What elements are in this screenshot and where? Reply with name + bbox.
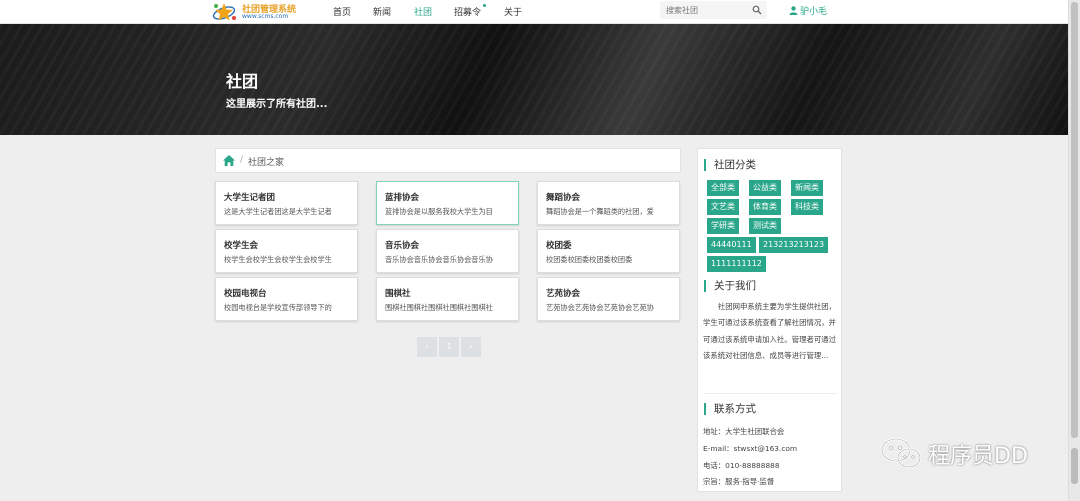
new-dot-icon — [483, 4, 487, 7]
category-tag[interactable]: 文艺类 — [707, 199, 739, 215]
next-page-button[interactable]: › — [461, 337, 481, 357]
about-section-title: 关于我们 — [704, 280, 756, 292]
search-input[interactable] — [666, 4, 746, 16]
pagination: ‹ 1 › — [417, 337, 481, 357]
club-description: 艺苑协会艺苑协会艺苑协会艺苑协 — [546, 303, 654, 312]
club-description: 校团委校团委校团委校团委 — [546, 255, 633, 264]
club-description: 舞蹈协会是一个舞蹈类的社团，爱 — [546, 207, 654, 216]
nav-about[interactable]: 关于 — [504, 5, 522, 18]
sidebar: 社团分类 全部类 公益类 新闻类 文艺类 体育类 科技类 学研类 测试类 444… — [697, 148, 842, 492]
watermark: 程序员DD — [880, 436, 1050, 470]
hero-banner: 社团 这里展示了所有社团... — [0, 24, 1068, 135]
contact-section-title: 联系方式 — [704, 403, 756, 415]
club-title: 校团委 — [546, 241, 572, 251]
category-tag[interactable]: 213213213123 — [759, 237, 829, 253]
about-text: 社团网申系统主要为学生提供社团，学生可通过该系统查看了解社团情况，并可通过该系统… — [703, 302, 837, 361]
club-card[interactable]: 围棋社 围棋社围棋社围棋社围棋社围棋社 — [376, 277, 519, 321]
club-card[interactable]: 舞蹈协会 舞蹈协会是一个舞蹈类的社团，爱 — [537, 181, 680, 225]
site-logo[interactable]: 社团管理系统 www.scms.com — [210, 1, 300, 23]
breadcrumb-separator: / — [240, 155, 244, 165]
home-icon[interactable] — [223, 155, 235, 166]
category-tag[interactable]: 44440111 — [707, 237, 756, 253]
category-tag[interactable]: 全部类 — [707, 180, 739, 196]
sidebar-divider — [703, 393, 837, 394]
nav-home[interactable]: 首页 — [333, 5, 351, 18]
search-icon[interactable] — [752, 5, 762, 15]
club-description: 校学生会校学生会校学生会校学生 — [224, 255, 332, 264]
breadcrumb-current: 社团之家 — [248, 158, 285, 168]
club-description: 围棋社围棋社围棋社围棋社围棋社 — [385, 303, 493, 312]
club-description: 校园电视台是学校宣传部领导下的 — [224, 303, 332, 312]
category-tag[interactable]: 公益类 — [749, 180, 781, 196]
contact-tenet: 宗旨：服务·指导·监督 — [703, 477, 775, 486]
hero-subtitle: 这里展示了所有社团... — [226, 99, 328, 110]
club-card[interactable]: 校园电视台 校园电视台是学校宣传部领导下的 — [215, 277, 358, 321]
club-title: 蓝排协会 — [385, 193, 420, 203]
logo-icon — [212, 3, 236, 21]
club-card[interactable]: 音乐协会 音乐协会音乐协会音乐协会音乐协 — [376, 229, 519, 273]
club-card[interactable]: 艺苑协会 艺苑协会艺苑协会艺苑协会艺苑协 — [537, 277, 680, 321]
category-section-title: 社团分类 — [704, 159, 756, 171]
hero-texture — [0, 24, 1068, 135]
search-box — [660, 1, 767, 19]
prev-page-button[interactable]: ‹ — [417, 337, 437, 357]
club-title: 音乐协会 — [385, 241, 420, 251]
club-description: 这是大学生记者团这是大学生记者 — [224, 207, 332, 216]
hero-title: 社团 — [226, 72, 259, 91]
wechat-icon — [880, 437, 922, 469]
category-tag[interactable]: 1111111112 — [707, 256, 766, 272]
nav-news[interactable]: 新闻 — [373, 5, 391, 18]
page-1-button[interactable]: 1 — [439, 337, 459, 357]
club-title: 大学生记者团 — [224, 193, 276, 203]
club-description: 音乐协会音乐协会音乐协会音乐协 — [385, 255, 493, 264]
club-card[interactable]: 蓝排协会 篮排协会是以服务我校大学生为目 — [376, 181, 519, 225]
club-title: 舞蹈协会 — [546, 193, 581, 203]
contact-address: 地址：大学生社团联合会 — [703, 427, 785, 436]
category-tag[interactable]: 学研类 — [707, 218, 739, 234]
club-card[interactable]: 大学生记者团 这是大学生记者团这是大学生记者 — [215, 181, 358, 225]
club-title: 校学生会 — [224, 241, 259, 251]
nav-recruit-label: 招募令 — [454, 8, 482, 18]
category-tag[interactable]: 科技类 — [791, 199, 823, 215]
club-title: 围棋社 — [385, 289, 411, 299]
contact-email: E-mail：stwsxt@163.com — [703, 444, 798, 453]
breadcrumb: / 社团之家 — [215, 148, 681, 173]
club-card[interactable]: 校团委 校团委校团委校团委校团委 — [537, 229, 680, 273]
category-tag[interactable]: 新闻类 — [791, 180, 823, 196]
vertical-scrollbar[interactable] — [1068, 0, 1080, 501]
top-navbar: 社团管理系统 www.scms.com 首页 新闻 社团 招募令 关于 驴小毛 — [0, 0, 1068, 24]
nav-recruit[interactable]: 招募令 — [454, 4, 487, 18]
contact-phone: 电话：010-88888888 — [703, 461, 780, 470]
club-description: 篮排协会是以服务我校大学生为目 — [385, 207, 493, 216]
user-menu[interactable]: 驴小毛 — [789, 4, 827, 17]
logo-subtitle: www.scms.com — [242, 13, 289, 20]
category-tag[interactable]: 体育类 — [749, 199, 781, 215]
club-title: 校园电视台 — [224, 289, 267, 299]
user-icon — [789, 6, 798, 15]
user-name: 驴小毛 — [800, 7, 828, 17]
scrollbar-thumb[interactable] — [1071, 2, 1078, 438]
scrollbar-thumb-lower[interactable] — [1071, 448, 1078, 484]
club-card[interactable]: 校学生会 校学生会校学生会校学生会校学生 — [215, 229, 358, 273]
club-title: 艺苑协会 — [546, 289, 581, 299]
nav-clubs[interactable]: 社团 — [414, 5, 432, 18]
watermark-text: 程序员DD — [928, 444, 1028, 469]
category-tag[interactable]: 测试类 — [749, 218, 781, 234]
